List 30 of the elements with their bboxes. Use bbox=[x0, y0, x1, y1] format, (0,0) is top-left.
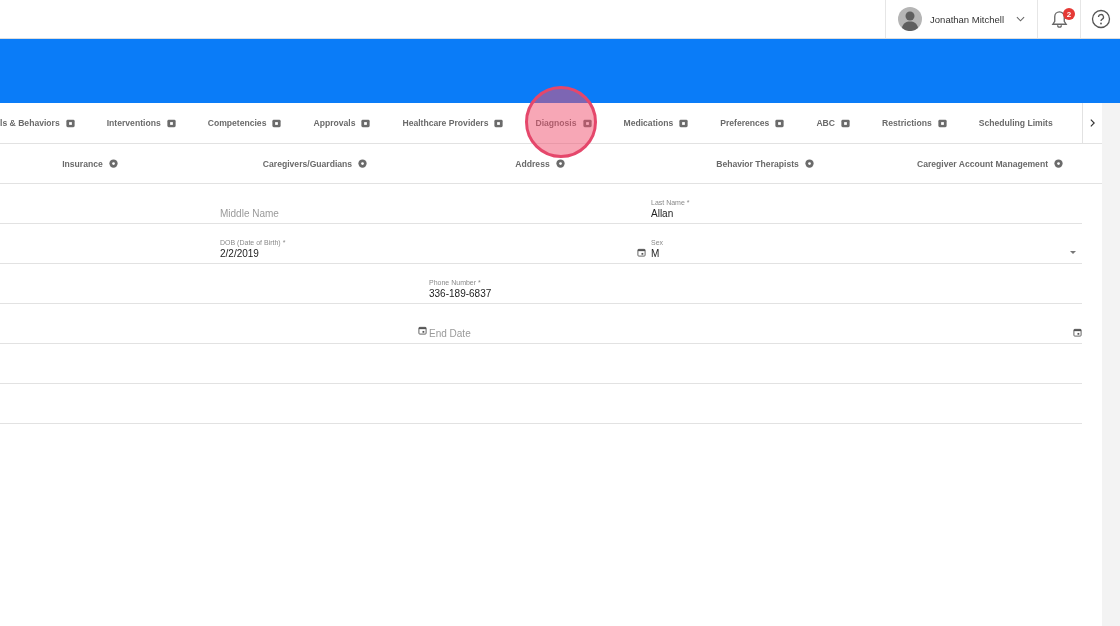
calendar-icon bbox=[1073, 328, 1082, 337]
notification-badge: 2 bbox=[1063, 8, 1075, 20]
tab[interactable]: Preferences bbox=[720, 117, 786, 129]
tab[interactable]: Caregivers/Guardians bbox=[262, 158, 369, 169]
tab[interactable]: Address bbox=[515, 158, 566, 169]
caret-icon bbox=[1070, 251, 1076, 255]
tab[interactable]: Approvals bbox=[313, 117, 372, 129]
user-menu[interactable]: Jonathan Mitchell bbox=[885, 0, 1038, 38]
avatar-icon bbox=[898, 7, 923, 31]
tab[interactable]: Healthcare Providers bbox=[402, 117, 505, 129]
chevron-down-icon bbox=[1016, 16, 1025, 22]
tab[interactable]: Competencies bbox=[207, 117, 283, 129]
tab[interactable]: Restrictions bbox=[882, 117, 948, 129]
tab[interactable]: Behavior Therapists bbox=[716, 158, 815, 169]
tab[interactable]: Insurance bbox=[62, 158, 119, 169]
tab[interactable]: ABC bbox=[816, 117, 852, 129]
input-field[interactable]: Middle Name bbox=[220, 184, 646, 223]
chevron-right-icon bbox=[1089, 118, 1096, 128]
tab[interactable]: Scheduling Limits bbox=[978, 118, 1053, 128]
bell-icon bbox=[1049, 9, 1069, 29]
tab[interactable]: ls & Behaviors bbox=[0, 117, 76, 129]
calendar-icon bbox=[418, 326, 427, 335]
tab[interactable]: Medications bbox=[623, 117, 690, 129]
tab[interactable]: Caregiver Account Management bbox=[917, 158, 1064, 169]
calendar-icon bbox=[637, 248, 646, 257]
date-field[interactable]: End Date bbox=[418, 304, 1082, 343]
help-icon[interactable] bbox=[1091, 9, 1111, 29]
notifications-button[interactable]: 2 bbox=[1038, 0, 1081, 38]
tab[interactable]: Interventions bbox=[106, 117, 177, 129]
user-name: Jonathan Mitchell bbox=[930, 13, 1004, 25]
